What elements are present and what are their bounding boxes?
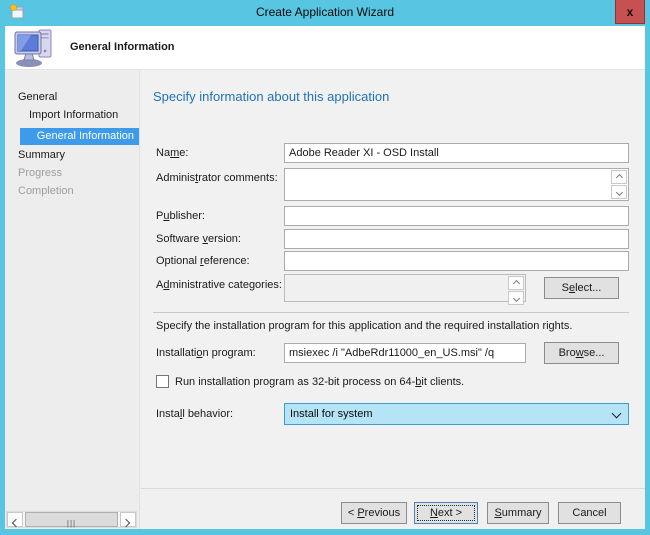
page-heading: Specify information about this applicati… (153, 89, 389, 104)
section-separator (153, 312, 629, 313)
wizard-steps-sidebar: General Import Information General Infor… (5, 71, 140, 529)
wizard-main-panel: Specify information about this applicati… (141, 71, 645, 529)
categories-scroll-up-button[interactable] (508, 276, 524, 290)
administrator-comments-input[interactable] (284, 168, 629, 201)
publisher-label: Publisher: (156, 210, 205, 222)
name-input[interactable] (284, 143, 629, 163)
wizard-banner: General Information (5, 26, 645, 70)
software-version-label: Software version: (156, 233, 241, 245)
administrator-comments-label: Administrator comments: (156, 172, 278, 184)
wizard-dialog: General Information General Import Infor… (5, 26, 645, 529)
wizard-page-title: General Information (70, 41, 175, 53)
run-32bit-checkbox[interactable] (156, 375, 169, 388)
wizard-button-bar: < Previous Next > Summary Cancel (141, 488, 645, 529)
close-icon: x (627, 5, 634, 19)
comments-scroll-up-button[interactable] (611, 170, 627, 184)
scrollbar-grip-icon: ||| (67, 517, 76, 530)
scrollbar-thumb[interactable]: ||| (25, 512, 118, 527)
chevron-right-icon (122, 519, 130, 527)
sidebar-item-summary[interactable]: Summary (18, 149, 65, 161)
installation-section-text: Specify the installation program for thi… (156, 320, 572, 332)
sidebar-item-general-information[interactable]: General Information (20, 128, 139, 145)
scroll-right-button[interactable] (120, 512, 136, 527)
chevron-up-icon (615, 174, 622, 181)
close-button[interactable]: x (615, 0, 645, 24)
computer-icon (13, 27, 55, 69)
browse-button[interactable]: Browse... (544, 342, 619, 364)
install-behavior-value: Install for system (290, 408, 373, 420)
optional-reference-label: Optional reference: (156, 255, 250, 267)
installation-program-input[interactable] (284, 343, 526, 363)
sidebar-item-completion: Completion (18, 185, 74, 197)
sidebar-item-general[interactable]: General (18, 91, 57, 103)
optional-reference-input[interactable] (284, 251, 629, 271)
chevron-left-icon (12, 519, 20, 527)
categories-scroll-down-button[interactable] (508, 291, 524, 305)
comments-scroll-down-button[interactable] (611, 185, 627, 199)
scroll-left-button[interactable] (7, 512, 23, 527)
sidebar-horizontal-scrollbar[interactable]: ||| (6, 511, 137, 528)
publisher-input[interactable] (284, 206, 629, 226)
installation-program-label: Installation program: (156, 347, 256, 359)
window-title: Create Application Wizard (0, 5, 650, 19)
select-categories-button[interactable]: Select... (544, 277, 619, 299)
chevron-down-icon (512, 295, 519, 302)
cancel-button[interactable]: Cancel (558, 502, 621, 524)
summary-button[interactable]: Summary (487, 502, 549, 524)
chevron-down-icon (612, 409, 622, 419)
administrative-categories-box (284, 274, 526, 302)
software-version-input[interactable] (284, 229, 629, 249)
run-32bit-checkbox-label: Run installation program as 32-bit proce… (175, 376, 464, 388)
next-button[interactable]: Next > (414, 502, 478, 524)
install-behavior-dropdown[interactable]: Install for system (284, 403, 629, 425)
name-label: Name: (156, 147, 188, 159)
chevron-down-icon (615, 189, 622, 196)
title-bar[interactable]: Create Application Wizard x (0, 0, 650, 26)
chevron-up-icon (512, 280, 519, 287)
install-behavior-label: Install behavior: (156, 408, 233, 420)
sidebar-item-import-information[interactable]: Import Information (29, 109, 118, 121)
sidebar-item-progress: Progress (18, 167, 62, 179)
previous-button[interactable]: < Previous (341, 502, 407, 524)
create-application-wizard-window: Create Application Wizard x General Info… (0, 0, 650, 535)
administrative-categories-label: Administrative categories: (156, 279, 282, 291)
